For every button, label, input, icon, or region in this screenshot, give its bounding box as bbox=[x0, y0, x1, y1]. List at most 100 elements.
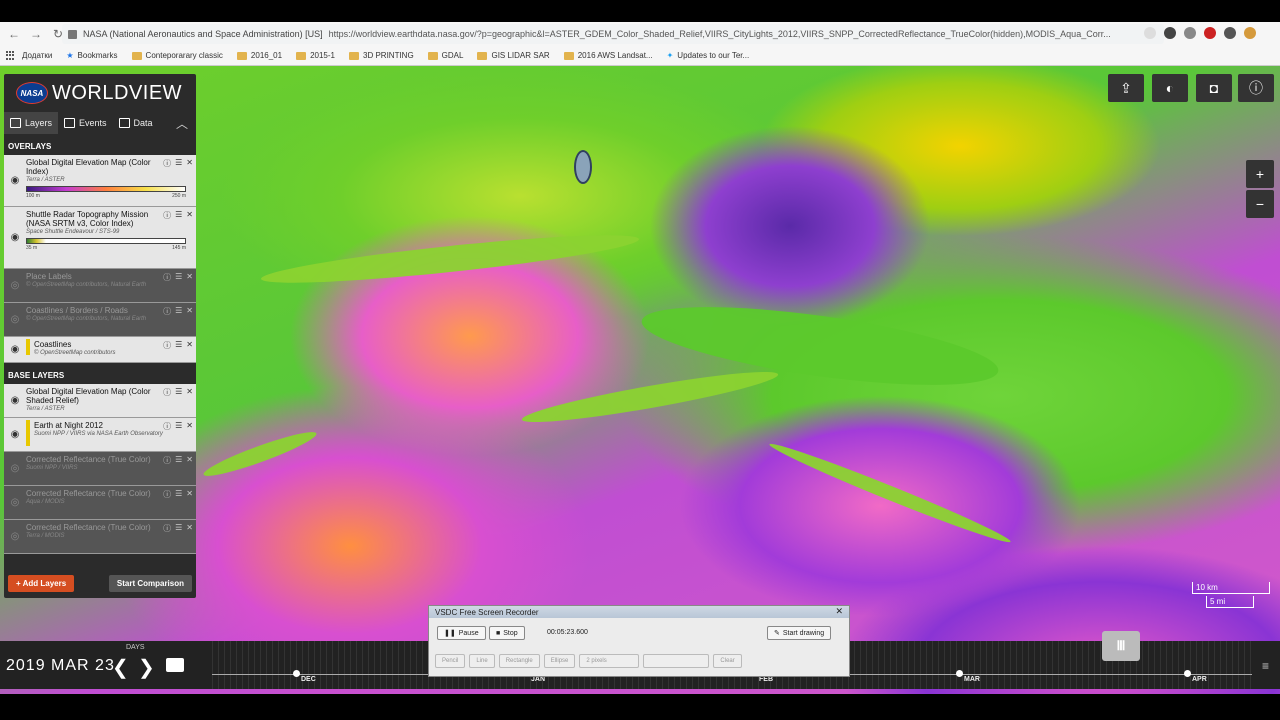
info-icon[interactable]: ⓘ bbox=[163, 158, 171, 169]
line-tool[interactable]: Line bbox=[469, 654, 495, 668]
profile-icon[interactable] bbox=[1244, 27, 1256, 39]
camera-icon[interactable]: ◘ bbox=[1196, 74, 1232, 102]
bookmark-folder[interactable]: 3D PRINTING bbox=[349, 51, 414, 60]
close-icon[interactable]: ✕ bbox=[186, 340, 193, 351]
share-icon[interactable]: ⇪ bbox=[1108, 74, 1144, 102]
bookmark-folder[interactable]: GIS LIDAR SAR bbox=[477, 51, 550, 60]
info-icon[interactable]: ⓘ bbox=[163, 387, 171, 398]
video-icon[interactable] bbox=[166, 658, 184, 672]
month-label: APR bbox=[1192, 676, 1207, 683]
color-select[interactable] bbox=[643, 654, 710, 668]
pencil-tool[interactable]: Pencil bbox=[435, 654, 466, 668]
options-icon[interactable]: ☰ bbox=[175, 210, 182, 221]
clear-button[interactable]: Clear bbox=[713, 654, 742, 668]
bookmark-folder[interactable]: 2015-1 bbox=[296, 51, 335, 60]
address-bar[interactable]: NASA (National Aeronautics and Space Adm… bbox=[62, 24, 1164, 44]
zoom-out-button[interactable]: − bbox=[1246, 190, 1274, 218]
close-icon[interactable]: ✕ bbox=[186, 306, 193, 317]
close-icon[interactable]: ✕ bbox=[186, 455, 193, 466]
eye-hidden-icon[interactable]: ◎ bbox=[4, 520, 26, 553]
previous-day-icon[interactable]: ❮ bbox=[112, 655, 129, 680]
options-icon[interactable]: ☰ bbox=[175, 158, 182, 169]
eye-icon[interactable]: ◉ bbox=[4, 337, 26, 362]
projection-icon[interactable]: ◐ bbox=[1152, 74, 1188, 102]
info-icon[interactable]: ⓘ bbox=[163, 340, 171, 351]
bookmark-folder[interactable]: GDAL bbox=[427, 51, 463, 60]
ellipse-tool[interactable]: Ellipse bbox=[543, 654, 576, 668]
info-icon[interactable]: ⓘ bbox=[163, 421, 171, 432]
close-icon[interactable]: ✕ bbox=[186, 210, 193, 221]
current-date[interactable]: 2019 MAR 23 bbox=[6, 657, 115, 675]
add-layers-button[interactable]: + Add Layers bbox=[8, 575, 75, 592]
options-icon[interactable]: ☰ bbox=[175, 272, 182, 283]
close-icon[interactable]: ✕ bbox=[186, 158, 193, 169]
info-icon[interactable]: ⓘ bbox=[163, 489, 171, 500]
options-icon[interactable]: ☰ bbox=[175, 387, 182, 398]
eye-icon[interactable]: ◉ bbox=[4, 155, 26, 206]
info-icon[interactable]: ⓘ bbox=[1238, 74, 1274, 102]
timeline-menu-icon[interactable]: ≡ bbox=[1262, 659, 1269, 673]
options-icon[interactable]: ☰ bbox=[175, 523, 182, 534]
extension-icon[interactable] bbox=[1164, 27, 1176, 39]
eye-hidden-icon[interactable]: ◎ bbox=[4, 269, 26, 302]
forward-icon[interactable]: → bbox=[28, 26, 44, 42]
close-icon[interactable]: ✕ bbox=[186, 272, 193, 283]
eye-hidden-icon[interactable]: ◎ bbox=[4, 303, 26, 336]
eye-icon[interactable]: ◉ bbox=[4, 207, 26, 268]
tab-events[interactable]: Events bbox=[58, 112, 113, 134]
stop-button[interactable]: ■ Stop bbox=[489, 626, 525, 640]
close-icon[interactable]: ✕ bbox=[186, 489, 193, 500]
eye-hidden-icon[interactable]: ◎ bbox=[4, 452, 26, 485]
tab-layers[interactable]: Layers bbox=[4, 112, 59, 134]
layer-item[interactable]: ◎ Corrected Reflectance (True Color) Ter… bbox=[4, 520, 196, 554]
options-icon[interactable]: ☰ bbox=[175, 306, 182, 317]
back-icon[interactable]: ← bbox=[6, 26, 22, 42]
bookmark-item[interactable]: ✦ Updates to our Ter... bbox=[667, 51, 750, 60]
layer-item[interactable]: ◉ Shuttle Radar Topography Mission (NASA… bbox=[4, 207, 196, 269]
bookmark-folder[interactable]: Conteporarary classic bbox=[131, 51, 223, 60]
close-icon[interactable]: ✕ bbox=[186, 523, 193, 534]
layer-item[interactable]: ◎ Place Labels © OpenStreetMap contribut… bbox=[4, 269, 196, 303]
zoom-in-button[interactable]: + bbox=[1246, 160, 1274, 188]
start-comparison-button[interactable]: Start Comparison bbox=[108, 575, 192, 592]
layer-item[interactable]: ◉ Global Digital Elevation Map (Color In… bbox=[4, 155, 196, 207]
bookmark-item[interactable]: ★ Bookmarks bbox=[66, 51, 117, 60]
options-icon[interactable]: ☰ bbox=[175, 421, 182, 432]
close-icon[interactable]: ✕ bbox=[186, 421, 193, 432]
layer-item[interactable]: ◎ Corrected Reflectance (True Color) Aqu… bbox=[4, 486, 196, 520]
close-icon[interactable]: ✕ bbox=[835, 606, 843, 617]
close-icon[interactable]: ✕ bbox=[186, 387, 193, 398]
bookmark-folder[interactable]: 2016 AWS Landsat... bbox=[563, 51, 653, 60]
star-icon[interactable] bbox=[1144, 27, 1156, 39]
extension-icon[interactable] bbox=[1184, 27, 1196, 39]
eye-icon[interactable]: ◉ bbox=[4, 384, 26, 417]
layer-item[interactable]: ◎ Coastlines / Borders / Roads © OpenStr… bbox=[4, 303, 196, 337]
zoom-level-label[interactable]: DAYS bbox=[126, 644, 145, 651]
eye-hidden-icon[interactable]: ◎ bbox=[4, 486, 26, 519]
eye-icon[interactable]: ◉ bbox=[4, 418, 26, 451]
info-icon[interactable]: ⓘ bbox=[163, 455, 171, 466]
bookmark-apps[interactable]: Додатки bbox=[6, 50, 52, 61]
options-icon[interactable]: ☰ bbox=[175, 455, 182, 466]
info-icon[interactable]: ⓘ bbox=[163, 210, 171, 221]
next-day-icon[interactable]: ❯ bbox=[138, 655, 155, 680]
tab-data[interactable]: Data bbox=[113, 112, 159, 134]
layer-item[interactable]: ◎ Corrected Reflectance (True Color) Suo… bbox=[4, 452, 196, 486]
start-drawing-button[interactable]: ✎ Start drawing bbox=[767, 626, 832, 640]
info-icon[interactable]: ⓘ bbox=[163, 306, 171, 317]
collapse-icon[interactable]: ︿ bbox=[176, 115, 188, 132]
options-icon[interactable]: ☰ bbox=[175, 340, 182, 351]
rectangle-tool[interactable]: Rectangle bbox=[498, 654, 540, 668]
info-icon[interactable]: ⓘ bbox=[163, 272, 171, 283]
stroke-width-select[interactable]: 2 pixels bbox=[579, 654, 640, 668]
pause-button[interactable]: ❚❚ Pause bbox=[437, 626, 486, 640]
options-icon[interactable]: ☰ bbox=[175, 489, 182, 500]
extension-icon[interactable] bbox=[1204, 27, 1216, 39]
menu-icon[interactable] bbox=[1224, 27, 1236, 39]
layer-item[interactable]: ◉ Global Digital Elevation Map (Color Sh… bbox=[4, 384, 196, 418]
bookmark-folder[interactable]: 2016_01 bbox=[236, 51, 282, 60]
layer-item[interactable]: ◉ Earth at Night 2012 Suomi NPP / VIIRS … bbox=[4, 418, 196, 452]
layer-item[interactable]: ◉ Coastlines © OpenStreetMap contributor… bbox=[4, 337, 196, 363]
timeline-handle[interactable]: Ⅲ bbox=[1102, 631, 1140, 661]
info-icon[interactable]: ⓘ bbox=[163, 523, 171, 534]
